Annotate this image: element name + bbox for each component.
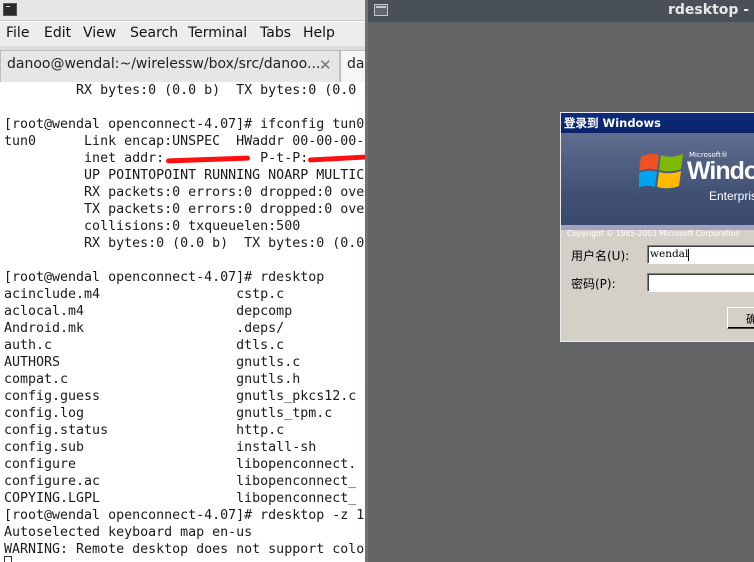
logon-dialog-title: 登录到 Windows bbox=[564, 116, 661, 130]
terminal-line: WARNING: Remote desktop does not support… bbox=[4, 542, 365, 557]
terminal-line: config.guess gnutls_pkcs12.c bbox=[4, 389, 357, 404]
redaction-mark bbox=[307, 154, 366, 163]
terminal-line: tun0 Link encap:UNSPEC HWaddr 00-00-00- bbox=[4, 134, 365, 149]
terminal-line: [root@wendal openconnect-4.07]# ifconfig… bbox=[4, 117, 365, 132]
username-label: 用户名(U): bbox=[571, 249, 630, 263]
terminal-line: RX bytes:0 (0.0 b) TX bytes:0 (0.0 bbox=[4, 83, 357, 98]
terminal-line: collisions:0 txqueuelen:500 bbox=[4, 219, 301, 234]
tab-danoo[interactable]: danoo@wendal:~/wirelessw/box/src/danoo..… bbox=[0, 50, 340, 82]
terminal-line: compat.c gnutls.h bbox=[4, 372, 301, 387]
rdesktop-title: rdesktop - 1 bbox=[668, 2, 754, 18]
tab-label: danoo@wendal:~/wirelessw/box/src/danoo..… bbox=[7, 56, 325, 72]
remote-desktop-area[interactable]: 登录到 Windows Microsoft® Windo Enterprise … bbox=[368, 22, 754, 562]
menu-view[interactable]: View bbox=[83, 25, 116, 41]
close-icon[interactable]: ✕ bbox=[319, 56, 332, 74]
username-value: wendal bbox=[650, 248, 689, 260]
terminal-line: [root@wendal openconnect-4.07]# rdesktop bbox=[4, 270, 325, 285]
terminal-line: aclocal.m4 depcomp bbox=[4, 304, 293, 319]
terminal-line: AUTHORS gnutls.c bbox=[4, 355, 301, 370]
terminal-cursor bbox=[4, 556, 12, 562]
window-menu-icon[interactable] bbox=[374, 4, 388, 16]
logon-dialog-titlebar[interactable]: 登录到 Windows bbox=[561, 113, 754, 133]
windows-logon-dialog: 登录到 Windows Microsoft® Windo Enterprise … bbox=[560, 112, 754, 342]
terminal-menubar: File Edit View Search Terminal Tabs Help bbox=[0, 22, 366, 46]
terminal-line: configure libopenconnect. bbox=[4, 457, 357, 472]
menu-file[interactable]: File bbox=[6, 25, 29, 41]
menu-help[interactable]: Help bbox=[303, 25, 335, 41]
terminal-line: acinclude.m4 cstp.c bbox=[4, 287, 285, 302]
rdesktop-titlebar[interactable]: rdesktop - 1 bbox=[368, 0, 754, 22]
terminal-line: config.log gnutls_tpm.c bbox=[4, 406, 333, 421]
terminal-line: auth.c dtls.c bbox=[4, 338, 285, 353]
tab-second[interactable]: da bbox=[340, 50, 366, 82]
ok-button-label: 确 bbox=[746, 313, 754, 326]
menu-edit[interactable]: Edit bbox=[44, 25, 71, 41]
copyright-text: Copyright © 1985-2003 Microsoft Corporat… bbox=[567, 229, 740, 238]
terminal-line: configure.ac libopenconnect_ bbox=[4, 474, 357, 489]
terminal-line: config.sub install-sh bbox=[4, 440, 317, 455]
terminal-line: Android.mk .deps/ bbox=[4, 321, 285, 336]
terminal-app-icon[interactable] bbox=[3, 3, 17, 16]
menu-tabs[interactable]: Tabs bbox=[260, 25, 291, 41]
tab-label: da bbox=[347, 56, 365, 72]
terminal-line: RX bytes:0 (0.0 b) TX bytes:0 (0.0 bbox=[4, 236, 365, 251]
password-label: 密码(P): bbox=[571, 277, 616, 291]
ok-button[interactable]: 确 bbox=[727, 307, 754, 329]
edition-label: Enterprise bbox=[709, 189, 754, 203]
terminal-tab-bar: danoo@wendal:~/wirelessw/box/src/danoo..… bbox=[0, 46, 366, 82]
banner-divider bbox=[561, 225, 754, 230]
text-caret bbox=[688, 249, 689, 261]
terminal-titlebar[interactable] bbox=[0, 0, 366, 21]
terminal-line: [root@wendal openconnect-4.07]# rdesktop… bbox=[4, 508, 365, 523]
terminal-output[interactable]: RX bytes:0 (0.0 b) TX bytes:0 (0.0 [root… bbox=[0, 82, 366, 562]
terminal-line: TX packets:0 errors:0 dropped:0 ove bbox=[4, 202, 365, 217]
terminal-line: config.status http.c bbox=[4, 423, 285, 438]
terminal-line: Autoselected keyboard map en-us bbox=[4, 525, 253, 540]
windows-flag-icon bbox=[639, 153, 683, 189]
menu-search[interactable]: Search bbox=[130, 25, 178, 41]
username-field[interactable]: wendal bbox=[647, 245, 754, 264]
windows-label: Windo bbox=[687, 157, 754, 185]
windows-banner: Microsoft® Windo Enterprise Copyright © … bbox=[561, 133, 754, 238]
terminal-line: inet addr: P-t-P: bbox=[4, 151, 309, 166]
terminal-line: UP POINTOPOINT RUNNING NOARP MULTIC bbox=[4, 168, 365, 183]
rdesktop-window: rdesktop - 1 登录到 Windows Microsoft® Wind… bbox=[365, 0, 754, 562]
password-field[interactable] bbox=[647, 273, 754, 292]
terminal-window: File Edit View Search Terminal Tabs Help… bbox=[0, 0, 366, 562]
menu-terminal[interactable]: Terminal bbox=[188, 25, 247, 41]
terminal-line: RX packets:0 errors:0 dropped:0 ove bbox=[4, 185, 365, 200]
terminal-line: COPYING.LGPL libopenconnect_ bbox=[4, 491, 357, 506]
